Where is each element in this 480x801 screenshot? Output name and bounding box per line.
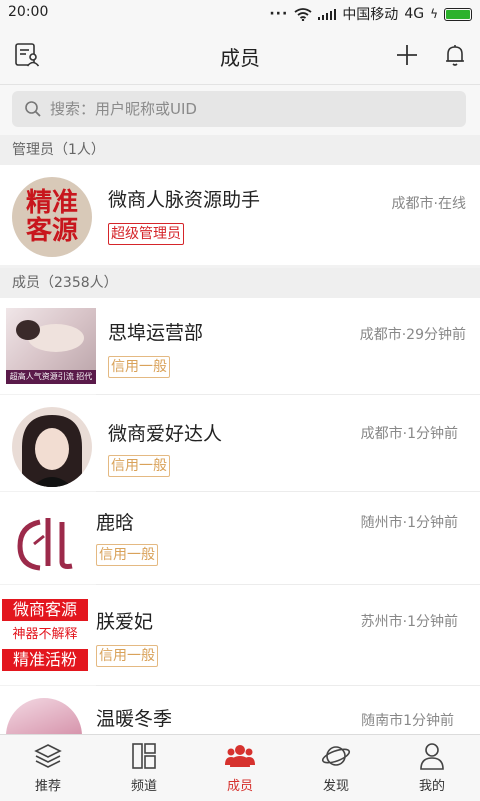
signal-icon [318, 8, 337, 20]
charging-icon: ϟ [430, 7, 438, 21]
person-icon [420, 743, 444, 770]
member-location-status: 随州市·1分钟前 [360, 515, 458, 531]
status-bar: 20:00 ··· 中国移动 4G ϟ [0, 0, 480, 26]
more-dots-icon: ··· [269, 6, 289, 22]
credit-badge: 信用一般 [108, 356, 170, 378]
status-time: 20:00 [8, 4, 49, 20]
avatar: 微商客源 神器不解释 精准活粉 [2, 595, 88, 675]
layers-icon [34, 744, 62, 768]
admin-row[interactable]: 精准 客源 微商人脉资源助手 成都市·在线 超级管理员 [0, 165, 480, 265]
avatar: 超高人气资源引流 招代 [6, 308, 96, 384]
avatar-text-line: 精准 [25, 188, 78, 218]
battery-icon [444, 7, 472, 21]
member-row[interactable]: 微商客源 神器不解释 精准活粉 朕爱妃 苏州市·1分钟前 信用一般 [0, 585, 480, 685]
section-members: 成员（2358人） [0, 268, 480, 298]
status-indicators: ··· 中国移动 4G ϟ [269, 4, 472, 24]
tab-recommend[interactable]: 推荐 [0, 735, 96, 801]
member-name: 微商人脉资源助手 [108, 189, 261, 211]
member-location-status: 成都市·1分钟前 [360, 426, 458, 442]
top-bar: 成员 [0, 26, 480, 85]
bell-icon[interactable] [440, 40, 470, 70]
avatar [12, 407, 92, 487]
credit-badge: 信用一般 [96, 544, 158, 566]
avatar [10, 504, 82, 576]
tab-label: 我的 [418, 779, 445, 794]
avatar-caption: 超高人气资源引流 招代 [6, 370, 96, 384]
member-name: 温暖冬季 [96, 708, 173, 730]
tab-members[interactable]: 成员 [192, 735, 288, 801]
tab-label: 频道 [130, 779, 157, 794]
member-name: 朕爱妃 [96, 611, 154, 633]
member-name: 思埠运营部 [108, 322, 204, 344]
group-icon [225, 745, 255, 767]
member-row[interactable]: 微商爱好达人 成都市·1分钟前 信用一般 [0, 395, 480, 491]
tab-label: 推荐 [34, 779, 61, 794]
search-icon [25, 101, 41, 117]
member-location-status: 随南市1分钟前 [361, 713, 454, 729]
credit-badge: 信用一般 [96, 645, 158, 667]
member-location-status: 苏州市·1分钟前 [360, 614, 458, 630]
member-row[interactable]: 鹿晗 随州市·1分钟前 信用一般 [0, 492, 480, 584]
tab-label: 成员 [226, 779, 253, 794]
member-row[interactable]: 超高人气资源引流 招代 思埠运营部 成都市·29分钟前 信用一般 [0, 298, 480, 394]
search-input[interactable] [48, 99, 452, 119]
avatar-text-line: 神器不解释 [12, 627, 78, 642]
tab-me[interactable]: 我的 [384, 735, 480, 801]
member-location-status: 成都市·在线 [391, 196, 466, 212]
member-row[interactable]: 温暖冬季 随南市1分钟前 [0, 686, 480, 734]
credit-badge: 信用一般 [108, 455, 170, 477]
member-name: 鹿晗 [96, 512, 135, 534]
tab-discover[interactable]: 发现 [288, 735, 384, 801]
grid-icon [132, 743, 156, 769]
avatar [6, 698, 82, 734]
avatar-text-line: 客源 [25, 216, 78, 246]
search-box[interactable] [12, 91, 466, 127]
avatar-text-line: 微商客源 [2, 599, 88, 621]
member-location-status: 成都市·29分钟前 [359, 327, 466, 343]
wifi-icon [294, 7, 312, 21]
section-admins: 管理员（1人） [0, 135, 480, 165]
carrier-label: 中国移动 [342, 7, 399, 23]
avatar-text-line: 精准活粉 [2, 649, 88, 671]
network-label: 4G [404, 6, 425, 22]
add-icon[interactable] [392, 40, 422, 70]
member-name: 微商爱好达人 [108, 423, 223, 445]
tab-label: 发现 [322, 779, 349, 794]
admin-badge: 超级管理员 [108, 223, 184, 245]
tab-channels[interactable]: 频道 [96, 735, 192, 801]
avatar: 精准 客源 [12, 177, 92, 257]
bottom-tab-bar: 推荐 频道 成员 发现 我的 [0, 734, 480, 801]
search-bar [0, 85, 480, 135]
planet-icon [321, 746, 351, 766]
